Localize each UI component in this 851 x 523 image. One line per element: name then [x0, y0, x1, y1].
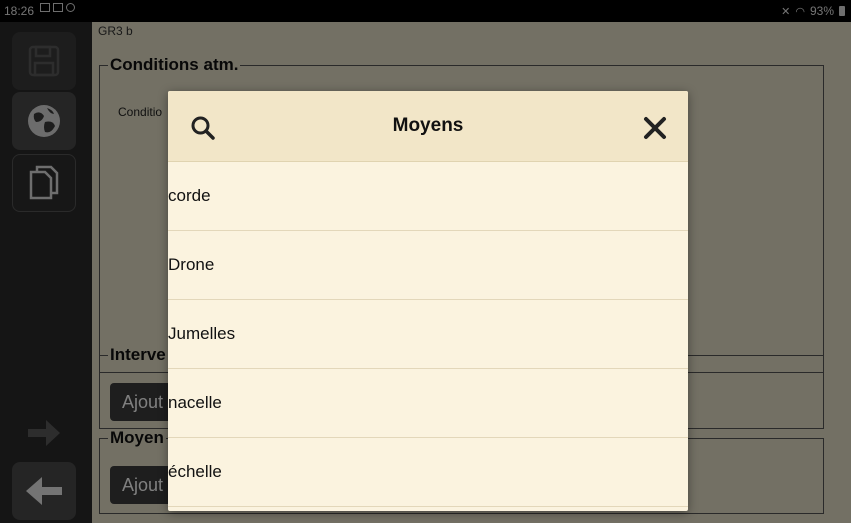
options-list: corde Drone Jumelles nacelle échelle	[168, 162, 688, 507]
list-item-label: Drone	[168, 255, 215, 274]
list-item-label: échelle	[168, 462, 222, 481]
list-item[interactable]: échelle	[168, 438, 688, 507]
list-item[interactable]: Drone	[168, 231, 688, 300]
list-item-label: nacelle	[168, 393, 222, 412]
list-item[interactable]: corde	[168, 162, 688, 231]
list-item[interactable]: nacelle	[168, 369, 688, 438]
moyens-dialog: Moyens corde Drone Jumelles nacelle éche…	[168, 91, 688, 511]
close-icon	[644, 117, 666, 139]
dialog-title: Moyens	[392, 115, 464, 136]
list-item[interactable]: Jumelles	[168, 300, 688, 369]
dialog-header: Moyens	[168, 91, 688, 162]
list-item-label: Jumelles	[168, 324, 236, 343]
close-button[interactable]	[638, 111, 672, 145]
list-item-label: corde	[168, 186, 211, 205]
